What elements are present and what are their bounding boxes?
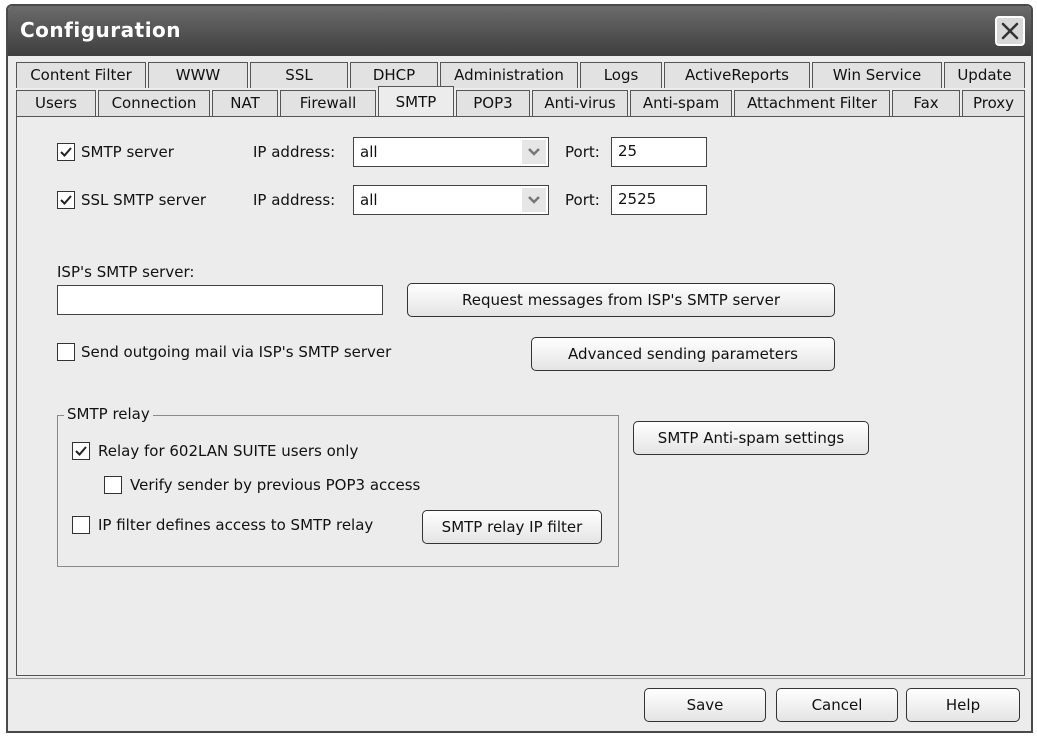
title-bar: Configuration: [8, 6, 1031, 56]
verify-sender-label: Verify sender by previous POP3 access: [130, 476, 421, 494]
tab-anti-virus[interactable]: Anti-virus: [532, 90, 628, 116]
tab-users[interactable]: Users: [16, 90, 96, 116]
isp-smtp-server-input[interactable]: [57, 285, 383, 315]
port-label: Port:: [565, 143, 600, 161]
window-title: Configuration: [20, 18, 182, 42]
tab-pop3[interactable]: POP3: [456, 90, 530, 116]
checkmark-icon: [75, 446, 87, 456]
smtp-server-label: SMTP server: [81, 143, 174, 161]
footer-divider: [8, 678, 1031, 679]
smtp-relay-ip-filter-button[interactable]: SMTP relay IP filter: [422, 510, 602, 544]
tab-attachment-filter[interactable]: Attachment Filter: [734, 90, 890, 116]
tab-administration[interactable]: Administration: [440, 62, 578, 88]
smtp-panel: SMTP server IP address: all Port: 25 SSL…: [16, 116, 1025, 676]
close-icon: [1001, 22, 1019, 40]
send-via-isp-checkbox[interactable]: [57, 343, 75, 361]
ip-address-select[interactable]: all: [353, 137, 549, 167]
ssl-ip-address-value: all: [360, 191, 378, 209]
ip-filter-label: IP filter defines access to SMTP relay: [98, 516, 374, 534]
relay-users-only-label: Relay for 602LAN SUITE users only: [98, 442, 359, 460]
send-via-isp-label: Send outgoing mail via ISP's SMTP server: [81, 343, 392, 361]
ssl-smtp-server-label: SSL SMTP server: [81, 191, 207, 209]
tab-dhcp[interactable]: DHCP: [350, 62, 438, 88]
tab-anti-spam[interactable]: Anti-spam: [630, 90, 732, 116]
cancel-button[interactable]: Cancel: [776, 688, 898, 722]
smtp-relay-group: SMTP relay Relay for 602LAN SUITE users …: [57, 405, 619, 567]
ssl-smtp-server-checkbox[interactable]: [57, 191, 75, 209]
ip-filter-checkbox[interactable]: [72, 516, 90, 534]
tab-content-filter[interactable]: Content Filter: [16, 62, 146, 88]
tab-nat[interactable]: NAT: [212, 90, 278, 116]
ip-address-label: IP address:: [253, 143, 336, 161]
chevron-down-icon: [528, 148, 540, 156]
tab-update[interactable]: Update: [944, 62, 1025, 88]
ssl-port-label: Port:: [565, 191, 600, 209]
tab-connection[interactable]: Connection: [98, 90, 210, 116]
isp-smtp-server-label: ISP's SMTP server:: [57, 263, 195, 281]
tab-activereports[interactable]: ActiveReports: [664, 62, 810, 88]
verify-sender-checkbox[interactable]: [104, 476, 122, 494]
ssl-ip-address-label: IP address:: [253, 191, 336, 209]
dropdown-arrow[interactable]: [522, 188, 546, 212]
close-button[interactable]: [995, 16, 1025, 46]
smtp-server-checkbox[interactable]: [57, 143, 75, 161]
help-button[interactable]: Help: [906, 688, 1020, 722]
tab-www[interactable]: WWW: [148, 62, 248, 88]
smtp-antispam-settings-button[interactable]: SMTP Anti-spam settings: [633, 421, 869, 455]
port-input[interactable]: 25: [611, 137, 707, 167]
advanced-sending-button[interactable]: Advanced sending parameters: [531, 337, 835, 371]
ip-address-value: all: [360, 143, 378, 161]
ssl-port-input[interactable]: 2525: [611, 185, 707, 215]
chevron-down-icon: [528, 196, 540, 204]
smtp-relay-title: SMTP relay: [64, 405, 153, 423]
checkmark-icon: [60, 195, 72, 205]
checkmark-icon: [60, 147, 72, 157]
tab-proxy[interactable]: Proxy: [962, 90, 1025, 116]
tab-win-service[interactable]: Win Service: [812, 62, 942, 88]
dropdown-arrow[interactable]: [522, 140, 546, 164]
relay-users-only-checkbox[interactable]: [72, 442, 90, 460]
request-messages-button[interactable]: Request messages from ISP's SMTP server: [407, 283, 835, 317]
tab-firewall[interactable]: Firewall: [280, 90, 376, 116]
save-button[interactable]: Save: [644, 688, 766, 722]
configuration-window: Configuration Content Filter WWW SSL DHC…: [6, 4, 1033, 733]
ssl-ip-address-select[interactable]: all: [353, 185, 549, 215]
tab-smtp[interactable]: SMTP: [378, 86, 454, 116]
tab-fax[interactable]: Fax: [892, 90, 960, 116]
tab-logs[interactable]: Logs: [580, 62, 662, 88]
tab-ssl[interactable]: SSL: [250, 62, 348, 88]
